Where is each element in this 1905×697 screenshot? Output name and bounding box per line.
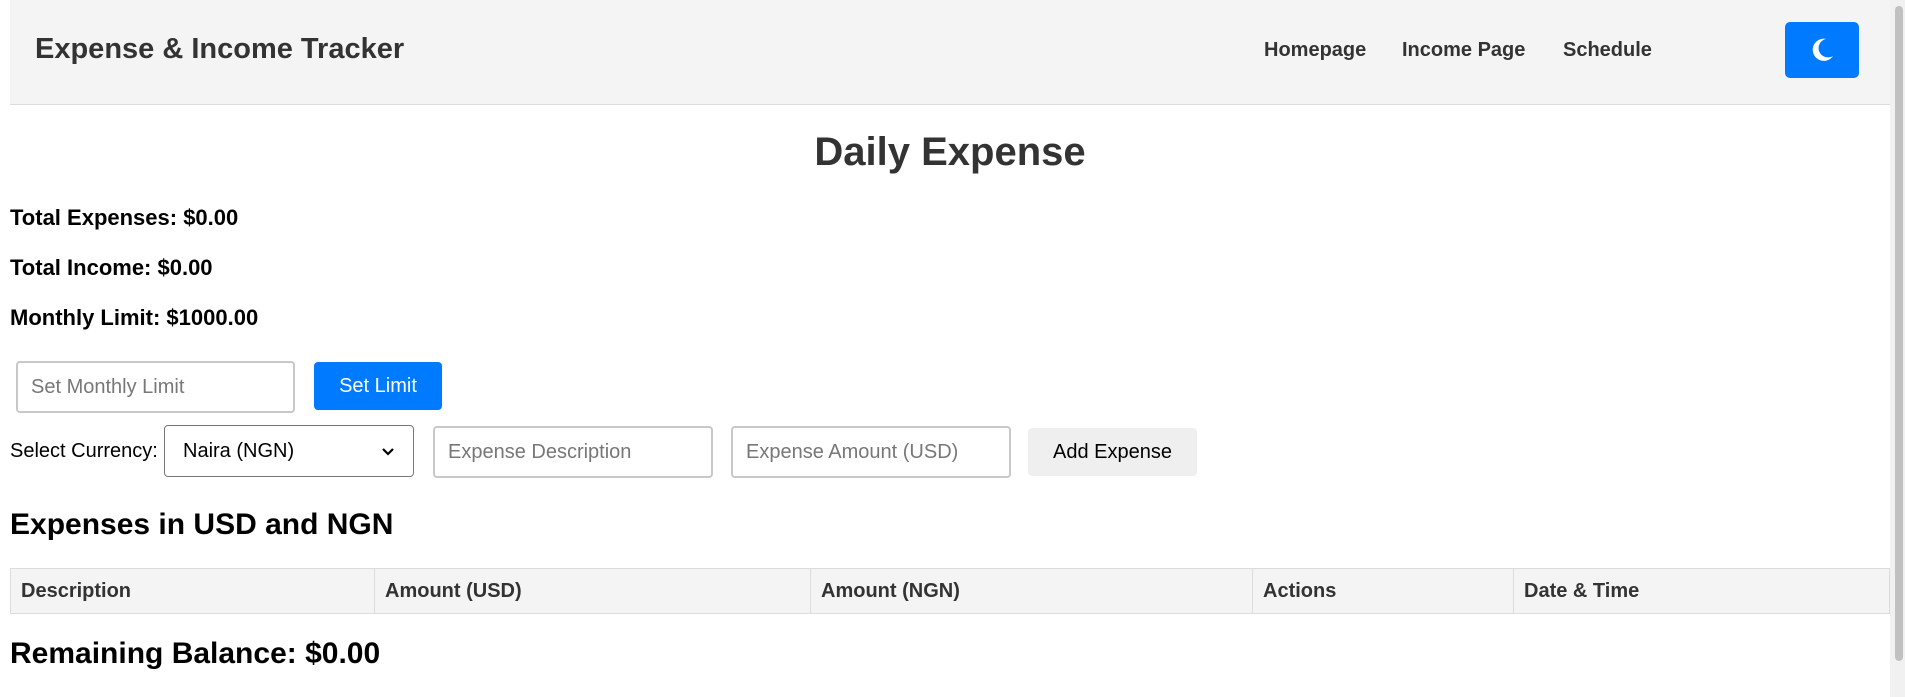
monthly-limit: Monthly Limit: $1000.00 bbox=[10, 305, 259, 330]
expense-amount-input[interactable] bbox=[731, 426, 1011, 478]
expense-description-input[interactable] bbox=[433, 426, 713, 478]
add-expense-button[interactable]: Add Expense bbox=[1028, 428, 1197, 476]
expenses-table: Description Amount (USD) Amount (NGN) Ac… bbox=[10, 568, 1890, 614]
column-date-time: Date & Time bbox=[1513, 568, 1890, 614]
total-expenses: Total Expenses: $0.00 bbox=[10, 205, 239, 230]
nav-homepage[interactable]: Homepage bbox=[1264, 39, 1366, 62]
expenses-table-title: Expenses in USD and NGN bbox=[10, 508, 394, 541]
table-header-row: Description Amount (USD) Amount (NGN) Ac… bbox=[10, 568, 1890, 614]
moon-icon bbox=[1812, 38, 1834, 61]
column-actions: Actions bbox=[1252, 568, 1514, 614]
chevron-down-icon bbox=[382, 448, 394, 456]
theme-toggle-button[interactable] bbox=[1785, 22, 1859, 78]
app-title: Expense & Income Tracker bbox=[35, 33, 405, 65]
remaining-balance: Remaining Balance: $0.00 bbox=[10, 637, 381, 670]
scrollbar-thumb[interactable] bbox=[1895, 6, 1903, 661]
nav-schedule[interactable]: Schedule bbox=[1563, 39, 1652, 62]
currency-label: Select Currency: bbox=[10, 440, 158, 462]
total-income: Total Income: $0.00 bbox=[10, 255, 213, 280]
vertical-scrollbar[interactable] bbox=[1890, 0, 1905, 697]
currency-select[interactable]: Naira (NGN) bbox=[164, 425, 414, 477]
monthly-limit-input[interactable] bbox=[16, 361, 295, 413]
page-title: Daily Expense bbox=[814, 130, 1086, 174]
currency-selected-value: Naira (NGN) bbox=[183, 439, 295, 462]
column-amount-usd: Amount (USD) bbox=[374, 568, 811, 614]
navbar: Expense & Income Tracker Homepage Income… bbox=[10, 0, 1890, 105]
set-limit-button[interactable]: Set Limit bbox=[314, 362, 442, 410]
column-amount-ngn: Amount (NGN) bbox=[810, 568, 1253, 614]
nav-income-page[interactable]: Income Page bbox=[1402, 39, 1525, 62]
column-description: Description bbox=[10, 568, 375, 614]
